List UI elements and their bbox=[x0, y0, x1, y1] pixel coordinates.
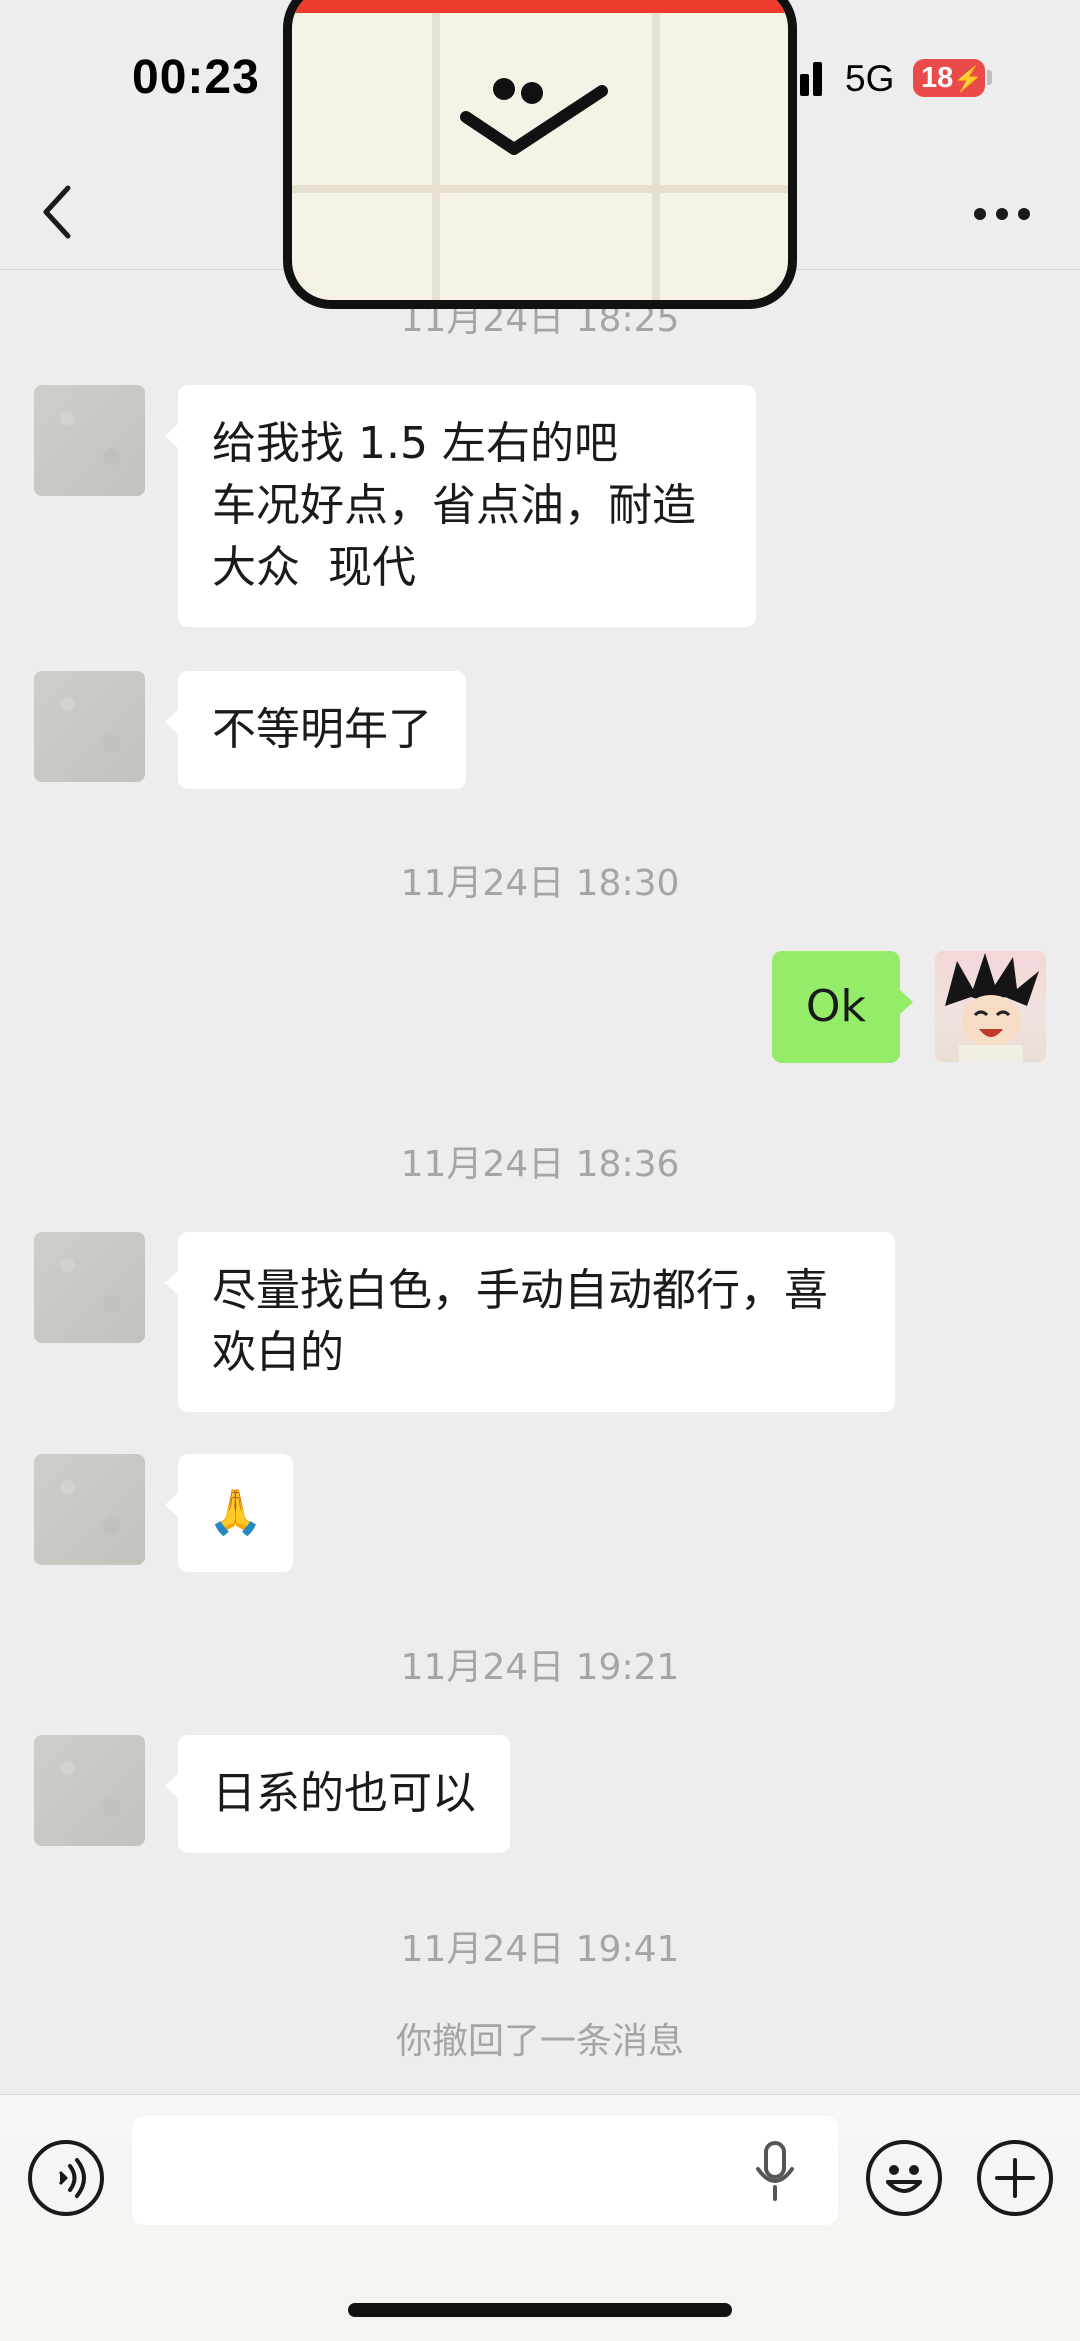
status-time: 00:23 bbox=[132, 51, 260, 104]
message-bubble[interactable]: 尽量找白色，手动自动都行，喜 欢白的 bbox=[165, 1232, 895, 1412]
battery-level: 18 bbox=[921, 62, 954, 94]
message-line: 尽量找白色，手动自动都行，喜 bbox=[212, 1265, 828, 1316]
plus-button[interactable] bbox=[977, 2140, 1053, 2216]
home-indicator[interactable] bbox=[348, 2303, 732, 2317]
more-horizontal-icon bbox=[974, 208, 1030, 220]
charging-icon: ⚡ bbox=[953, 66, 984, 93]
more-button[interactable] bbox=[972, 206, 1032, 222]
timestamp: 11月24日 19:41 bbox=[400, 1929, 680, 1970]
grid-line bbox=[292, 185, 788, 193]
message-line: 欢白的 bbox=[212, 1327, 344, 1378]
message-bubble-self[interactable]: Ok bbox=[771, 951, 914, 1063]
back-button[interactable] bbox=[40, 182, 80, 242]
plus-icon bbox=[995, 2158, 1035, 2198]
timestamp: 11月24日 18:30 bbox=[400, 863, 680, 904]
message-line: 不等明年了 bbox=[212, 704, 432, 755]
battery-icon: 18⚡ bbox=[913, 59, 985, 97]
message-line: 日系的也可以 bbox=[212, 1768, 476, 1819]
contact-avatar[interactable] bbox=[34, 1232, 145, 1343]
widget-top-strip bbox=[292, 0, 788, 13]
message-line: 给我找 1.5 左右的吧 bbox=[212, 418, 618, 469]
grid-line bbox=[652, 13, 660, 300]
battery-tip bbox=[987, 70, 992, 85]
cartoon-avatar-image bbox=[945, 953, 1039, 1062]
message-bubble[interactable]: 给我找 1.5 左右的吧 车况好点，省点油，耐造 大众 现代 bbox=[165, 385, 756, 627]
emoji-icon bbox=[886, 2165, 922, 2193]
floating-widget[interactable] bbox=[283, 0, 797, 309]
timestamp: 11月24日 19:21 bbox=[400, 1647, 680, 1688]
signal-icon bbox=[800, 62, 830, 96]
message-bubble[interactable]: 🙏 bbox=[165, 1454, 293, 1572]
recall-notice: 你撤回了一条消息 bbox=[395, 2021, 684, 2062]
contact-avatar[interactable] bbox=[34, 1454, 145, 1565]
chevron-left-icon bbox=[43, 185, 71, 239]
message-line: 🙏 bbox=[208, 1487, 263, 1538]
voice-mode-button[interactable] bbox=[28, 2140, 104, 2216]
message-line: 车况好点，省点油，耐造 bbox=[212, 480, 696, 531]
message-line: 大众 现代 bbox=[212, 542, 416, 593]
voice-mode-icon bbox=[58, 2158, 86, 2198]
message-input[interactable] bbox=[132, 2116, 838, 2225]
microphone-icon bbox=[756, 2141, 794, 2201]
contact-avatar[interactable] bbox=[34, 1735, 145, 1846]
contact-avatar[interactable] bbox=[34, 385, 145, 496]
timestamp: 11月24日 18:36 bbox=[400, 1144, 680, 1185]
contact-avatar[interactable] bbox=[34, 671, 145, 782]
microphone-button[interactable] bbox=[755, 2141, 795, 2203]
emoji-button[interactable] bbox=[866, 2140, 942, 2216]
smile-face-icon bbox=[460, 78, 608, 155]
message-bubble[interactable]: 不等明年了 bbox=[165, 671, 466, 789]
network-label: 5G bbox=[845, 58, 895, 99]
message-line: Ok bbox=[805, 981, 866, 1032]
self-avatar[interactable] bbox=[935, 951, 1046, 1062]
message-bubble[interactable]: 日系的也可以 bbox=[165, 1735, 510, 1853]
grid-line bbox=[432, 13, 440, 300]
